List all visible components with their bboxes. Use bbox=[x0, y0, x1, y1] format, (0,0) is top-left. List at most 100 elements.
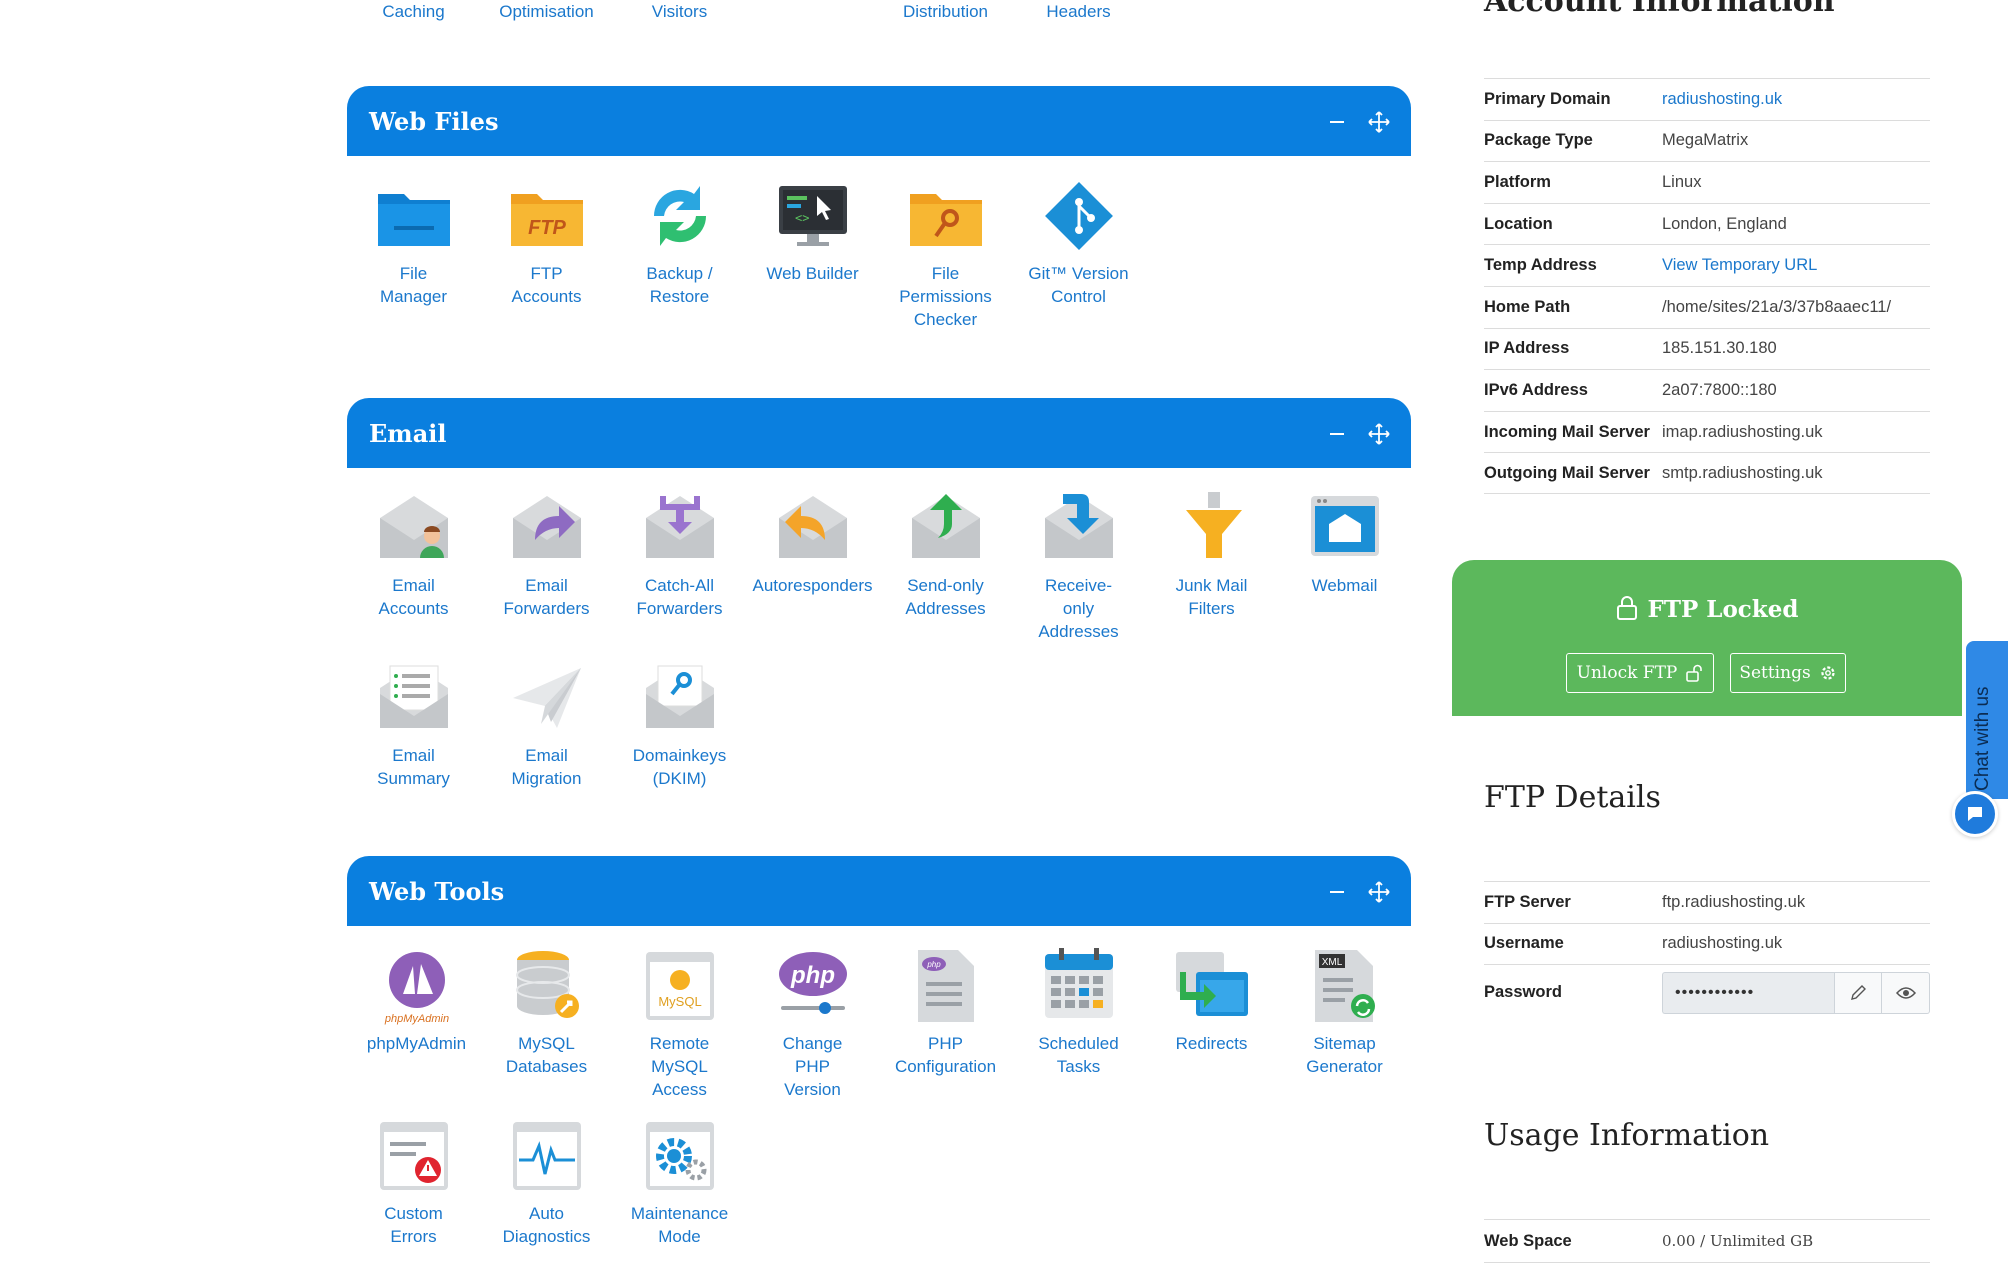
tile-ftp-accounts[interactable]: FTP FTP Accounts bbox=[480, 176, 613, 308]
chat-bubble-button[interactable] bbox=[1952, 791, 1998, 837]
tile-email-accounts[interactable]: Email Accounts bbox=[347, 488, 480, 620]
tile-custom-errors[interactable]: Custom Errors bbox=[347, 1116, 480, 1248]
tile-scheduled-tasks[interactable]: Scheduled Tasks bbox=[1012, 946, 1145, 1078]
tile-label: Autoresponders bbox=[752, 576, 873, 595]
eye-icon bbox=[1895, 986, 1916, 999]
tile-label: Redirects bbox=[1175, 1034, 1248, 1053]
info-row-ftp-server: FTP Server ftp.radiushosting.uk bbox=[1484, 881, 1930, 923]
unlock-ftp-button[interactable]: Unlock FTP bbox=[1566, 653, 1714, 693]
tile-sitemap-generator[interactable]: XML Sitemap Generator bbox=[1278, 946, 1411, 1078]
info-key: Password bbox=[1484, 983, 1562, 1002]
tile-label: File Permissions Checker bbox=[899, 264, 992, 329]
svg-text:MySQL: MySQL bbox=[658, 994, 701, 1009]
tile-file-manager[interactable]: File Manager bbox=[347, 176, 480, 308]
primary-domain-link[interactable]: radiushosting.uk bbox=[1662, 90, 1782, 109]
tile-domainkeys-dkim[interactable]: Domainkeys (DKIM) bbox=[613, 658, 746, 790]
info-key: Package Type bbox=[1484, 131, 1593, 150]
ftp-locked-box: FTP Locked Unlock FTP Settings bbox=[1452, 560, 1962, 716]
minimize-icon[interactable] bbox=[1325, 110, 1349, 134]
tile-backup-restore[interactable]: Backup / Restore bbox=[613, 176, 746, 308]
folder-icon bbox=[377, 194, 450, 246]
tile-git-version-control[interactable]: Git™ Version Control bbox=[1012, 176, 1145, 308]
info-key: Primary Domain bbox=[1484, 89, 1611, 108]
chat-icon bbox=[1968, 807, 1982, 821]
info-row-location: Location London, England bbox=[1484, 202, 1930, 245]
chat-with-us-tab[interactable]: Chat with us bbox=[1966, 641, 2008, 799]
info-key: Home Path bbox=[1484, 297, 1571, 316]
tile-label: Email Accounts bbox=[378, 576, 449, 618]
info-value: London, England bbox=[1662, 214, 1787, 233]
tile-label: Email Migration bbox=[511, 746, 582, 788]
dkim-key-icon bbox=[645, 665, 714, 728]
info-row-ipv6-address: IPv6 Address 2a07:7800::180 bbox=[1484, 369, 1930, 411]
panel-title: Web Tools bbox=[369, 876, 505, 906]
ftp-settings-button[interactable]: Settings bbox=[1730, 653, 1846, 693]
tile-catch-all-forwarders[interactable]: Catch-All Forwarders bbox=[613, 488, 746, 620]
panel-header: Web Files bbox=[347, 86, 1411, 156]
edit-password-button[interactable] bbox=[1834, 971, 1882, 1014]
tile-remote-mysql-access[interactable]: MySQL Remote MySQL Access bbox=[613, 946, 746, 1101]
info-value: /home/sites/21a/3/37b8aaec11/ bbox=[1662, 297, 1892, 316]
minimize-icon[interactable] bbox=[1325, 422, 1349, 446]
info-key: Outgoing Mail Server bbox=[1484, 463, 1650, 482]
tile-autoresponders[interactable]: Autoresponders bbox=[746, 488, 879, 597]
usage-table: Web Space 0.00 / Unlimited GB bbox=[1484, 1219, 1930, 1263]
autoresponders-icon bbox=[778, 496, 847, 558]
tile-send-only-addresses[interactable]: Send-only Addresses bbox=[879, 488, 1012, 620]
sitemap-icon: XML bbox=[1314, 950, 1375, 1022]
junk-filter-icon bbox=[1185, 492, 1242, 558]
tile-phpmyadmin[interactable]: phpMyAdmin phpMyAdmin bbox=[350, 946, 483, 1055]
tile-email-summary[interactable]: Email Summary bbox=[347, 658, 480, 790]
tile-change-php-version[interactable]: php Change PHP Version bbox=[746, 946, 879, 1101]
ftp-locked-title: FTP Locked bbox=[1647, 596, 1799, 623]
view-temporary-url-link[interactable]: View Temporary URL bbox=[1662, 256, 1817, 275]
tile-label: Webmail bbox=[1311, 576, 1378, 595]
minimize-icon[interactable] bbox=[1325, 880, 1349, 904]
top-item-caching[interactable]: Caching bbox=[347, 2, 480, 22]
tile-web-builder[interactable]: <> Web Builder bbox=[746, 176, 879, 285]
ftp-details-title: FTP Details bbox=[1484, 780, 1661, 815]
tile-maintenance-mode[interactable]: Maintenance Mode bbox=[613, 1116, 746, 1248]
move-icon[interactable] bbox=[1367, 110, 1391, 134]
panel-header: Email bbox=[347, 398, 1411, 468]
svg-text:phpMyAdmin: phpMyAdmin bbox=[383, 1013, 448, 1025]
top-icon-row: Caching Optimisation Visitors Distributi… bbox=[347, 0, 1411, 30]
top-item-headers[interactable]: Headers bbox=[1012, 2, 1145, 22]
tile-mysql-databases[interactable]: MySQL Databases bbox=[480, 946, 613, 1078]
svg-text:php: php bbox=[790, 962, 835, 989]
tile-webmail[interactable]: Webmail bbox=[1278, 488, 1411, 597]
info-row-platform: Platform Linux bbox=[1484, 161, 1930, 203]
top-item-visitors[interactable]: Visitors bbox=[613, 2, 746, 22]
panel-title: Web Files bbox=[369, 106, 499, 136]
tile-label: Send-only Addresses bbox=[905, 576, 986, 618]
webmail-icon bbox=[1310, 496, 1379, 556]
move-icon[interactable] bbox=[1367, 880, 1391, 904]
tile-label: MySQL Databases bbox=[505, 1034, 588, 1076]
move-icon[interactable] bbox=[1367, 422, 1391, 446]
info-value: imap.radiushosting.uk bbox=[1662, 422, 1823, 441]
tile-junk-mail-filters[interactable]: Junk Mail Filters bbox=[1145, 488, 1278, 620]
info-value: MegaMatrix bbox=[1662, 131, 1749, 150]
tile-redirects[interactable]: Redirects bbox=[1145, 946, 1278, 1055]
tile-email-forwarders[interactable]: Email Forwarders bbox=[480, 488, 613, 620]
password-field[interactable]: •••••••••••• bbox=[1662, 971, 1834, 1014]
show-password-button[interactable] bbox=[1882, 971, 1930, 1014]
top-item-distribution[interactable]: Distribution bbox=[879, 2, 1012, 22]
svg-text:XML: XML bbox=[1321, 957, 1342, 968]
tile-label: Email Forwarders bbox=[503, 576, 590, 618]
tile-file-permissions[interactable]: File Permissions Checker bbox=[879, 176, 1012, 331]
top-item-optimisation[interactable]: Optimisation bbox=[480, 2, 613, 22]
tile-php-configuration[interactable]: php PHP Configuration bbox=[879, 946, 1012, 1078]
tile-label: Web Builder bbox=[766, 264, 859, 283]
info-row-primary-domain: Primary Domain radiushosting.uk bbox=[1484, 78, 1930, 120]
svg-text:FTP: FTP bbox=[528, 217, 566, 239]
remote-mysql-icon: MySQL bbox=[645, 952, 714, 1020]
tile-receive-only-addresses[interactable]: Receive- only Addresses bbox=[1012, 488, 1145, 643]
tile-email-migration[interactable]: Email Migration bbox=[480, 658, 613, 790]
account-info-table: Primary Domain radiushosting.uk Package T… bbox=[1484, 78, 1930, 494]
tile-label: Maintenance Mode bbox=[630, 1204, 729, 1246]
tile-label: Email Summary bbox=[377, 746, 450, 788]
info-key: Username bbox=[1484, 934, 1564, 953]
tile-auto-diagnostics[interactable]: Auto Diagnostics bbox=[480, 1116, 613, 1248]
info-key: IPv6 Address bbox=[1484, 380, 1588, 399]
